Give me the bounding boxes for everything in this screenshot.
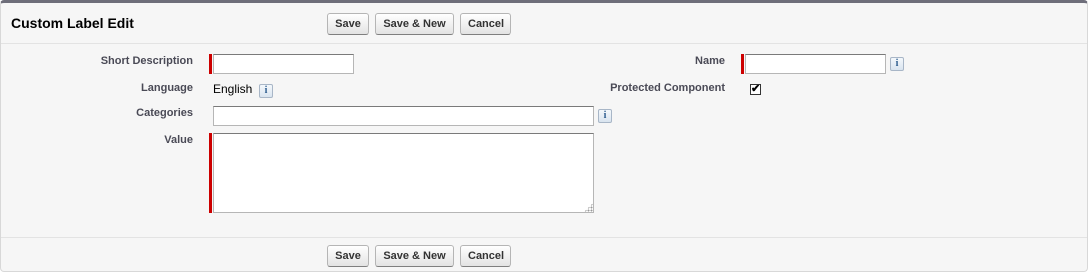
save-button-top[interactable]: Save xyxy=(327,13,369,35)
required-indicator xyxy=(209,54,212,74)
short-description-input[interactable] xyxy=(213,54,354,74)
language-value: English xyxy=(213,82,253,96)
cancel-button-bottom[interactable]: Cancel xyxy=(460,245,511,267)
page-header: Custom Label Edit Save Save & New Cancel xyxy=(1,3,1087,44)
protected-component-label: Protected Component xyxy=(610,82,725,94)
protected-component-checkbox[interactable]: ✔ xyxy=(750,84,761,95)
required-indicator xyxy=(741,54,744,74)
name-input[interactable] xyxy=(745,54,886,74)
cancel-button-top[interactable]: Cancel xyxy=(460,13,511,35)
categories-input[interactable] xyxy=(213,106,594,126)
custom-label-edit-panel: Custom Label Edit Save Save & New Cancel… xyxy=(0,0,1088,272)
required-indicator xyxy=(209,133,212,213)
save-button-bottom[interactable]: Save xyxy=(327,245,369,267)
value-textarea[interactable] xyxy=(213,133,594,213)
value-label: Value xyxy=(164,134,193,146)
name-label: Name xyxy=(695,55,725,67)
save-and-new-button-top[interactable]: Save & New xyxy=(375,13,454,35)
language-label: Language xyxy=(141,82,193,94)
categories-info-icon[interactable]: i xyxy=(598,109,612,123)
save-and-new-button-bottom[interactable]: Save & New xyxy=(375,245,454,267)
page-title: Custom Label Edit xyxy=(11,15,134,31)
categories-label: Categories xyxy=(136,107,193,119)
short-description-label: Short Description xyxy=(100,55,193,67)
name-info-icon[interactable]: i xyxy=(890,57,904,71)
language-info-icon[interactable]: i xyxy=(259,84,273,98)
page-footer: Save Save & New Cancel xyxy=(1,237,1087,274)
